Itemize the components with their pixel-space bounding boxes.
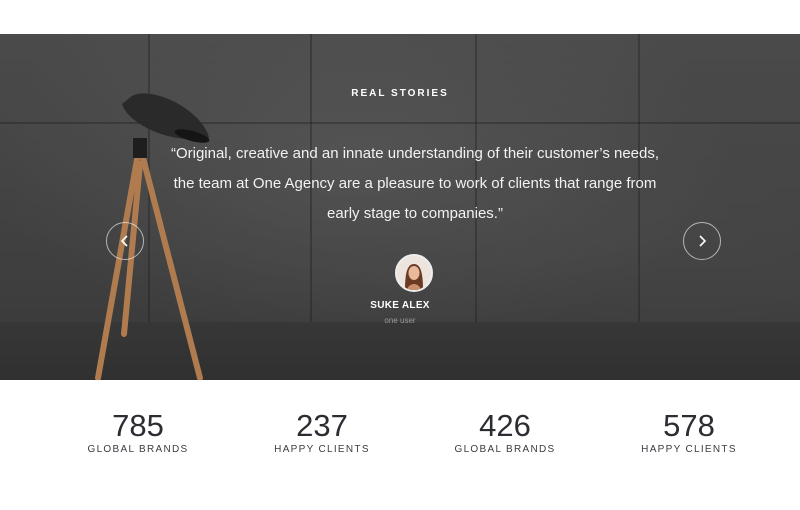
stat-label: GLOBAL BRANDS xyxy=(87,444,189,455)
stat-counter: 426 GLOBAL BRANDS xyxy=(415,408,595,456)
stat-label: GLOBAL BRANDS xyxy=(454,444,556,455)
stat-label: HAPPY CLIENTS xyxy=(641,444,737,455)
section-eyebrow: REAL STORIES xyxy=(351,88,449,99)
stat-counter: 578 HAPPY CLIENTS xyxy=(599,408,779,456)
testimonial-quote: “Original, creative and an innate unders… xyxy=(170,145,660,222)
person-avatar-icon xyxy=(397,256,431,290)
stat-number: 785 xyxy=(112,408,164,443)
chevron-left-icon xyxy=(120,235,128,247)
prev-testimonial-button[interactable] xyxy=(106,222,144,260)
stat-counter: 237 HAPPY CLIENTS xyxy=(232,408,412,456)
stat-number: 578 xyxy=(663,408,715,443)
author-avatar xyxy=(395,254,433,292)
stat-number: 426 xyxy=(479,408,531,443)
chevron-right-icon xyxy=(699,235,707,247)
stat-counter: 785 GLOBAL BRANDS xyxy=(48,408,228,456)
stats-section: 785 GLOBAL BRANDS 237 HAPPY CLIENTS 426 … xyxy=(0,410,800,470)
stat-number: 237 xyxy=(296,408,348,443)
stat-label: HAPPY CLIENTS xyxy=(274,444,370,455)
next-testimonial-button[interactable] xyxy=(683,222,721,260)
author-name: SUKE ALEX xyxy=(370,300,430,311)
testimonial-section: REAL STORIES “Original, creative and an … xyxy=(0,34,800,380)
author-role: one user xyxy=(384,316,416,325)
